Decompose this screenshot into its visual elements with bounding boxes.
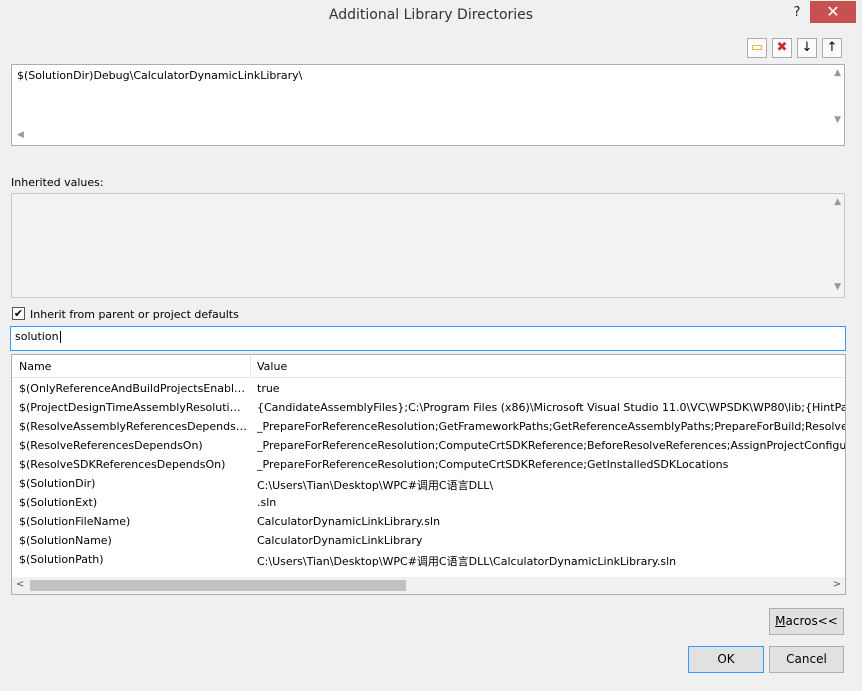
macro-filter-input[interactable]: solution — [10, 326, 846, 351]
inherited-values-label: Inherited values: — [11, 176, 104, 189]
macro-value-cell: .sln — [257, 496, 277, 509]
editor-line[interactable]: $(SolutionDir)Debug\CalculatorDynamicLin… — [17, 69, 302, 82]
directories-editor[interactable]: $(SolutionDir)Debug\CalculatorDynamicLin… — [11, 64, 845, 146]
table-row[interactable]: $(SolutionName) CalculatorDynamicLinkLibr… — [12, 532, 845, 551]
table-row[interactable]: $(ResolveReferencesDependsOn) _PrepareFor… — [12, 437, 845, 456]
table-row[interactable]: $(SolutionPath) C:\Users\Tian\Desktop\WPC… — [12, 551, 845, 570]
macro-value-cell: _PrepareForReferenceResolution;GetFramew… — [257, 420, 845, 433]
scroll-right-arrow[interactable]: > — [833, 579, 841, 590]
inherit-checkbox[interactable]: ✔ — [12, 307, 25, 320]
table-row[interactable]: $(OnlyReferenceAndBuildProjectsEnabled..… — [12, 380, 845, 399]
table-body: $(OnlyReferenceAndBuildProjectsEnabled..… — [12, 380, 845, 570]
title-bar: Additional Library Directories ? ✕ — [0, 0, 862, 31]
macro-value-cell: C:\Users\Tian\Desktop\WPC#调用C语言DLL\ — [257, 479, 494, 492]
inherited-values-box: ▲ ▼ — [11, 193, 845, 298]
table-row[interactable]: $(SolutionDir) C:\Users\Tian\Desktop\WPC#… — [12, 475, 845, 494]
column-divider[interactable] — [250, 355, 251, 377]
macro-name-cell: $(SolutionFileName) — [19, 515, 131, 528]
macro-name-cell: $(ProjectDesignTimeAssemblyResolution... — [19, 401, 247, 414]
macro-name-cell: $(ResolveAssemblyReferencesDependsOn) — [19, 420, 247, 433]
macro-name-cell: $(ResolveSDKReferencesDependsOn) — [19, 458, 226, 471]
move-down-button[interactable]: ↓ — [797, 38, 817, 58]
column-header-name[interactable]: Name — [19, 360, 51, 373]
checkmark-icon: ✔ — [13, 307, 24, 320]
table-row[interactable]: $(ProjectDesignTimeAssemblyResolution...… — [12, 399, 845, 418]
macro-name-cell: $(SolutionExt) — [19, 496, 98, 509]
macro-name-cell: $(SolutionDir) — [19, 477, 96, 490]
scroll-down-arrow[interactable]: ▼ — [834, 282, 841, 292]
macros-table[interactable]: Name Value $(OnlyReferenceAndBuildProjec… — [11, 354, 846, 595]
macro-value-cell: C:\Users\Tian\Desktop\WPC#调用C语言DLL\Calcu… — [257, 555, 677, 568]
filter-text: solution — [15, 330, 59, 343]
scrollbar-thumb[interactable] — [30, 580, 406, 591]
macro-name-cell: $(SolutionPath) — [19, 553, 104, 566]
text-caret — [59, 331, 61, 343]
delete-line-button[interactable]: ✖ — [772, 38, 792, 58]
inherit-checkbox-label[interactable]: Inherit from parent or project defaults — [30, 308, 239, 321]
window-title: Additional Library Directories — [328, 7, 534, 23]
move-up-button[interactable]: ↑ — [822, 38, 842, 58]
scroll-down-arrow[interactable]: ▼ — [834, 115, 841, 125]
scroll-left-arrow[interactable]: < — [16, 579, 24, 590]
ok-button[interactable]: OK — [688, 646, 764, 673]
cancel-button[interactable]: Cancel — [769, 646, 844, 673]
macro-value-cell: _PrepareForReferenceResolution;ComputeCr… — [257, 458, 729, 471]
table-row[interactable]: $(ResolveAssemblyReferencesDependsOn) _Pr… — [12, 418, 845, 437]
macros-label-rest: acros<< — [785, 614, 838, 628]
table-row[interactable]: $(ResolveSDKReferencesDependsOn) _Prepare… — [12, 456, 845, 475]
macro-value-cell: CalculatorDynamicLinkLibrary — [257, 534, 423, 547]
scroll-up-arrow[interactable]: ▲ — [834, 197, 841, 207]
new-line-button[interactable]: ▭ — [747, 38, 767, 58]
horizontal-scrollbar[interactable]: < > — [12, 577, 845, 594]
arrow-down-icon: ↓ — [801, 40, 813, 55]
macro-value-cell: _PrepareForReferenceResolution;ComputeCr… — [257, 439, 845, 452]
macro-value-cell: {CandidateAssemblyFiles};C:\Program File… — [257, 401, 845, 414]
macro-value-cell: true — [257, 382, 280, 395]
table-header: Name Value — [12, 355, 845, 378]
scroll-left-arrow[interactable]: ◀ — [17, 130, 24, 140]
macro-value-cell: CalculatorDynamicLinkLibrary.sln — [257, 515, 441, 528]
macro-name-cell: $(OnlyReferenceAndBuildProjectsEnabled..… — [19, 382, 247, 395]
macro-name-cell: $(ResolveReferencesDependsOn) — [19, 439, 203, 452]
arrow-up-icon: ↑ — [826, 40, 838, 55]
macro-name-cell: $(SolutionName) — [19, 534, 112, 547]
table-row[interactable]: $(SolutionExt) .sln — [12, 494, 845, 513]
folder-new-icon: ▭ — [750, 40, 764, 55]
close-button[interactable]: ✕ — [810, 1, 856, 23]
table-row[interactable]: $(SolutionFileName) CalculatorDynamicLink… — [12, 513, 845, 532]
delete-x-icon: ✖ — [776, 40, 788, 55]
help-button[interactable]: ? — [786, 3, 808, 23]
scroll-up-arrow[interactable]: ▲ — [834, 68, 841, 78]
column-header-value[interactable]: Value — [257, 360, 287, 373]
macros-button[interactable]: Macros<< — [769, 608, 844, 635]
